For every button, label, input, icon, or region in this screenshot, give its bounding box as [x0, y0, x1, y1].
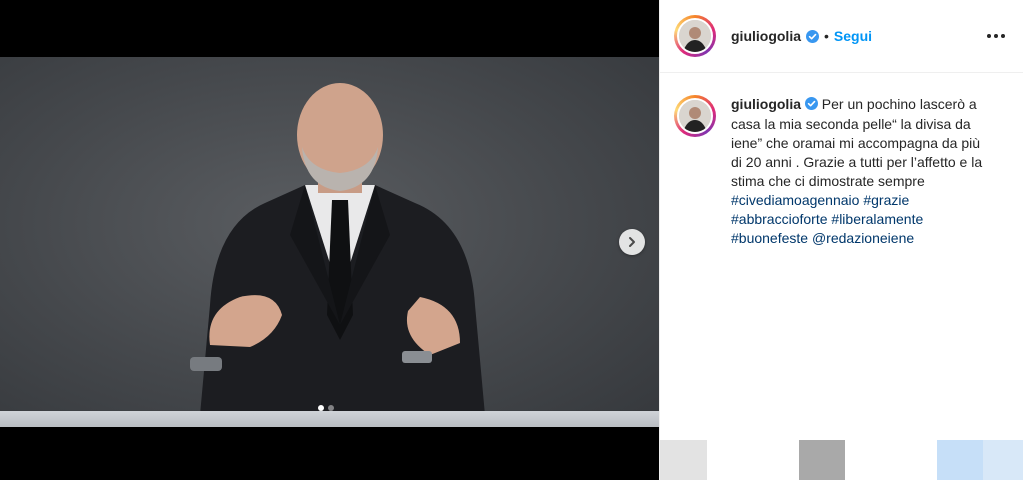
post-photo[interactable]	[0, 57, 659, 427]
related-thumbnail[interactable]	[660, 440, 707, 480]
caption-story-ring[interactable]	[674, 95, 716, 137]
post-media	[0, 0, 659, 480]
avatar-image	[679, 100, 711, 132]
hashtag-link[interactable]: #buonefeste	[731, 230, 808, 246]
more-options-icon[interactable]	[983, 28, 1009, 44]
username-link[interactable]: giuliogolia	[731, 28, 801, 44]
verified-badge-icon	[804, 96, 818, 115]
carousel-dot	[328, 405, 334, 411]
avatar[interactable]	[677, 18, 713, 54]
avatar-image	[679, 20, 711, 52]
related-thumbnail[interactable]	[983, 440, 1023, 480]
caption-username-link[interactable]: giuliogolia	[731, 96, 801, 112]
chevron-right-icon	[629, 237, 635, 247]
post-sidebar: giuliogolia • Segui giuliogolia Per un p…	[659, 0, 1023, 480]
hashtag-link[interactable]: #grazie	[863, 192, 909, 208]
verified-badge-icon	[806, 29, 819, 43]
carousel-indicator	[318, 405, 334, 411]
related-posts-strip	[660, 440, 1023, 480]
separator-dot: •	[824, 28, 829, 44]
person-photo-illustration	[190, 83, 485, 415]
stage-floor	[0, 411, 659, 427]
hashtag-link[interactable]: #abbraccioforte	[731, 211, 828, 227]
related-thumbnail[interactable]	[799, 440, 845, 480]
post-header: giuliogolia • Segui	[660, 0, 1023, 73]
carousel-next-button[interactable]	[619, 229, 645, 255]
hashtag-link[interactable]: #civediamoagennaio	[731, 192, 859, 208]
carousel-dot-active	[318, 405, 324, 411]
hashtag-link[interactable]: #liberalamente	[831, 211, 923, 227]
follow-button[interactable]: Segui	[834, 28, 872, 44]
story-ring[interactable]	[674, 15, 716, 57]
mention-link[interactable]: @redazioneiene	[812, 230, 914, 246]
related-thumbnail[interactable]	[937, 440, 983, 480]
post-caption: giuliogolia Per un pochino lascerò a cas…	[660, 73, 1023, 248]
caption-body: giuliogolia Per un pochino lascerò a cas…	[731, 95, 989, 248]
caption-avatar[interactable]	[677, 98, 713, 134]
